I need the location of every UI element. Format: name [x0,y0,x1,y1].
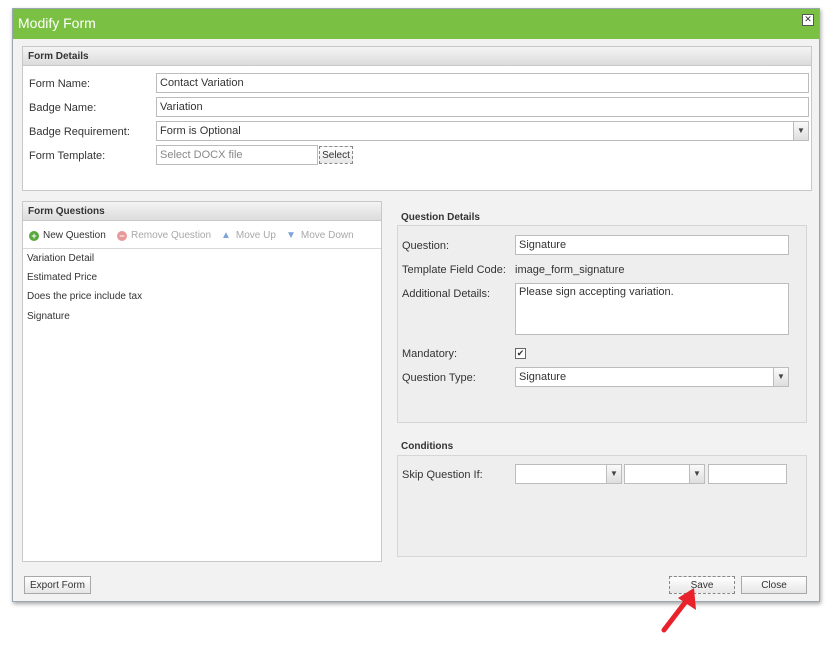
question-type-select[interactable]: Signature ▼ [515,367,789,387]
minus-circle-icon: − [117,230,127,241]
chevron-down-icon[interactable]: ▼ [793,122,808,140]
additional-details-label: Additional Details: [402,288,491,300]
question-input[interactable] [515,235,789,255]
question-list-item[interactable]: Estimated Price [27,272,97,283]
chevron-down-icon[interactable]: ▼ [773,368,788,386]
move-down-label: Move Down [300,230,354,241]
move-up-label: Move Up [235,230,276,241]
form-name-input[interactable] [156,73,809,93]
skip-question-if-label: Skip Question If: [402,469,483,481]
condition-field-select[interactable]: ▼ [515,464,622,484]
remove-question-button[interactable]: − Remove Question [117,230,211,241]
move-down-button[interactable]: ▼ Move Down [286,230,354,241]
arrow-up-icon: ▲ [221,230,231,241]
template-field-code-label: Template Field Code: [402,264,506,276]
conditions-panel: Skip Question If: ▼ ▼ [397,455,807,557]
chevron-down-icon[interactable]: ▼ [606,465,621,483]
form-template-label: Form Template: [29,150,106,162]
badge-name-label: Badge Name: [29,102,97,114]
question-list-item[interactable]: Signature [27,311,70,322]
arrow-down-icon: ▼ [286,230,296,241]
question-label: Question: [402,240,450,252]
select-template-button[interactable]: Select [319,146,353,164]
toolbar-divider [23,248,381,249]
condition-value-input[interactable] [708,464,787,484]
dialog-title-bar: Modify Form ✕ [13,9,819,39]
remove-question-label: Remove Question [131,230,212,241]
move-up-button[interactable]: ▲ Move Up [221,230,276,241]
form-name-label: Form Name: [29,78,91,90]
badge-name-input[interactable] [156,97,809,117]
export-form-button[interactable]: Export Form [24,576,91,594]
form-details-header: Form Details [23,47,811,66]
form-details-panel: Form Details Form Name: Badge Name: Badg… [22,46,812,191]
question-type-value: Signature [519,371,567,383]
red-arrow-icon [661,588,696,633]
question-list-item[interactable]: Does the price include tax [27,291,142,302]
badge-requirement-value: Form is Optional [160,125,241,137]
close-button[interactable]: Close [741,576,807,594]
conditions-header: Conditions [401,441,454,452]
question-list-item[interactable]: Variation Detail [27,253,94,264]
modify-form-dialog: Modify Form ✕ Form Details Form Name: Ba… [12,8,820,602]
question-details-panel: Question: Template Field Code: image_for… [397,225,807,423]
new-question-label: New Question [43,230,106,241]
mandatory-checkbox[interactable]: ✔ [515,348,526,359]
badge-requirement-select[interactable]: Form is Optional ▼ [156,121,809,141]
new-question-button[interactable]: + New Question [29,230,106,241]
dialog-title: Modify Form [18,15,96,31]
additional-details-textarea[interactable]: Please sign accepting variation. [515,283,789,335]
form-questions-header: Form Questions [23,202,381,221]
condition-operator-select[interactable]: ▼ [624,464,705,484]
question-type-label: Question Type: [402,372,476,384]
chevron-down-icon[interactable]: ▼ [689,465,704,483]
badge-requirement-label: Badge Requirement: [29,126,130,138]
template-field-code-value: image_form_signature [515,264,625,276]
form-template-input[interactable] [156,145,318,165]
mandatory-label: Mandatory: [402,348,458,360]
question-details-header: Question Details [401,212,480,223]
form-questions-panel: Form Questions + New Question − Remove Q… [22,201,382,562]
close-icon[interactable]: ✕ [802,14,814,26]
plus-circle-icon: + [29,230,39,241]
